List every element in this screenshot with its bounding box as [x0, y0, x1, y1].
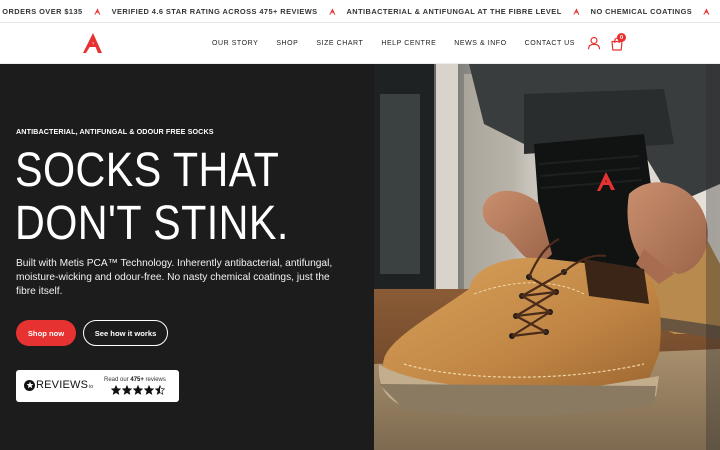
announcement-item: VERIFIED 4.6 STAR RATING ACROSS 475+ REV…	[112, 7, 347, 16]
brand-logo-icon	[703, 8, 710, 15]
reviews-badge[interactable]: REVIEWS io Read our 475+ reviews	[16, 370, 179, 402]
announcement-text: N ORDERS OVER $135	[0, 7, 83, 16]
reviews-star-icon	[24, 379, 35, 391]
site-header: OUR STORY SHOP SIZE CHART HELP CENTRE NE…	[0, 23, 720, 64]
nav-help-centre[interactable]: HELP CENTRE	[381, 40, 436, 47]
reviews-count-text: Read our 475+ reviews	[104, 377, 166, 383]
main-nav: OUR STORY SHOP SIZE CHART HELP CENTRE NE…	[212, 23, 593, 64]
nav-size-chart[interactable]: SIZE CHART	[316, 40, 363, 47]
account-icon[interactable]	[587, 36, 601, 50]
reviews-read-prefix: Read our	[104, 377, 131, 383]
star-icon	[111, 385, 121, 395]
shop-now-button[interactable]: Shop now	[16, 320, 76, 346]
hero-description: Built with Metis PCA™ Technology. Inhere…	[16, 258, 333, 298]
hero-section: ANTIBACTERIAL, ANTIFUNGAL & ODOUR FREE S…	[0, 64, 720, 450]
announcement-text: VERIFIED 4.6 STAR RATING ACROSS 475+ REV…	[111, 7, 318, 16]
reviews-read-suffix: reviews	[143, 377, 166, 383]
hero-image	[374, 64, 720, 450]
announcement-text: NO CHEMICAL COATINGS	[590, 7, 693, 16]
reviews-brand-suffix: io	[89, 384, 94, 390]
announcement-text: ANTIBACTERIAL & ANTIFUNGAL AT THE FIBRE …	[346, 7, 562, 16]
see-how-it-works-button[interactable]: See how it works	[83, 320, 168, 346]
announcement-item: ANTIBACTERIAL & ANTIFUNGAL AT THE FIBRE …	[347, 7, 591, 16]
headline-line-2: DON'T STINK.	[15, 197, 289, 250]
rating-stars	[111, 385, 165, 395]
nav-news-info[interactable]: NEWS & INFO	[454, 40, 506, 47]
brand-logo-icon	[328, 8, 335, 15]
brand-logo-icon	[572, 8, 580, 15]
hero-content: ANTIBACTERIAL, ANTIFUNGAL & ODOUR FREE S…	[0, 64, 374, 450]
announcement-track: N ORDERS OVER $135 VERIFIED 4.6 STAR RATI…	[0, 0, 720, 22]
cart-button[interactable]: 0	[610, 33, 628, 53]
nav-our-story[interactable]: OUR STORY	[212, 40, 258, 47]
boot-lacing-photo	[374, 64, 720, 450]
reviews-brand-text: REVIEWS	[36, 379, 89, 391]
cart-count-badge: 0	[617, 33, 626, 42]
announcement-item: N ORDERS OVER $135	[0, 7, 112, 16]
brand-logo[interactable]	[82, 32, 104, 54]
reviews-count: 475+	[130, 377, 144, 383]
star-icon	[144, 385, 154, 395]
star-icon	[122, 385, 132, 395]
announcement-bar: N ORDERS OVER $135 VERIFIED 4.6 STAR RATI…	[0, 0, 720, 23]
announcement-item: NO CHEMICAL COATINGS	[591, 7, 720, 16]
brand-logo-icon	[93, 8, 100, 15]
nav-contact-us[interactable]: CONTACT US	[525, 40, 575, 47]
star-icon	[155, 385, 165, 395]
nav-shop[interactable]: SHOP	[276, 40, 298, 47]
reviews-io-logo: REVIEWS io	[24, 379, 93, 391]
star-icon	[133, 385, 143, 395]
hero-headline: SOCKS THAT DON'T STINK.	[15, 144, 316, 250]
hero-eyebrow: ANTIBACTERIAL, ANTIFUNGAL & ODOUR FREE S…	[16, 127, 214, 136]
headline-line-1: SOCKS THAT	[15, 144, 280, 197]
